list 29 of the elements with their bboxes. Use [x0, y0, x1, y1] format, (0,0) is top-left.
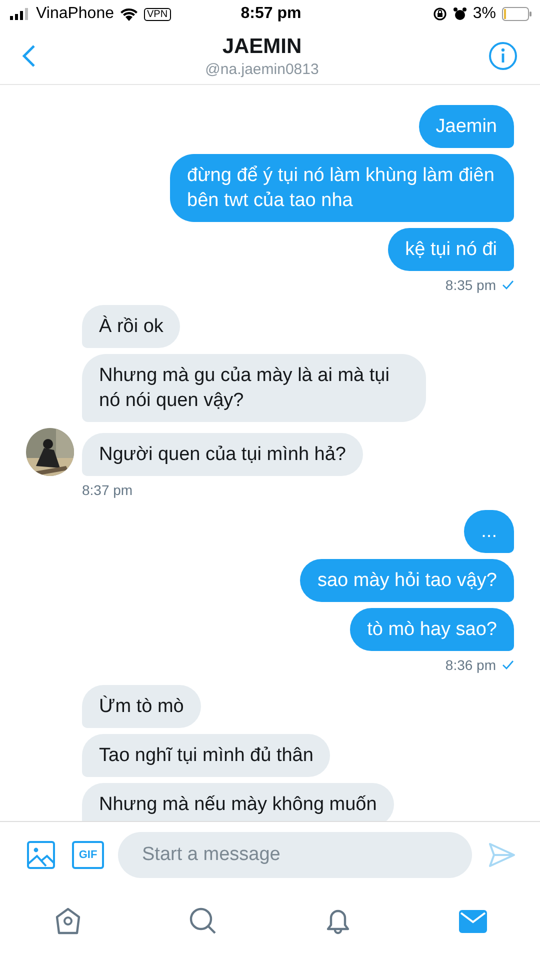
message-time: 8:37 pm	[82, 482, 133, 498]
rotation-lock-icon	[432, 7, 447, 21]
message-input[interactable]: Start a message	[118, 832, 472, 878]
battery-percent: 3%	[472, 5, 496, 23]
message-bubble: đừng để ý tụi nó làm khùng làm điên bên twt của tao nha	[170, 154, 514, 222]
message-bubble: Nhưng mà nếu mày không muốn	[82, 783, 394, 821]
message-time: 8:36 pm	[445, 657, 496, 673]
gif-button[interactable]: GIF	[72, 841, 104, 869]
carrier-name: VinaPhone	[36, 5, 114, 23]
image-button[interactable]	[24, 838, 58, 872]
message-bubble: sao mày hỏi tao vậy?	[300, 559, 514, 602]
wifi-icon	[120, 7, 138, 21]
battery-icon	[502, 7, 532, 21]
contact-handle: @na.jaemin0813	[205, 60, 319, 78]
message-bubble: À rồi ok	[82, 305, 180, 348]
message-bubble: Ừm tò mò	[82, 685, 201, 728]
message-bubble: ...	[464, 510, 514, 553]
contact-name: JAEMIN	[222, 34, 302, 58]
message-time: 8:35 pm	[445, 277, 496, 293]
message-bubble: Nhưng mà gu của mày là ai mà tụi nó nói quen vậy?	[82, 354, 426, 422]
send-button[interactable]	[486, 840, 518, 870]
vpn-badge: VPN	[144, 8, 171, 20]
message-bubble: tò mò hay sao?	[350, 608, 514, 651]
message-bubble: Người quen của tụi mình hả?	[82, 433, 363, 476]
clock-time: 8:57 pm	[240, 5, 302, 23]
message-bubble: kệ tụi nó đi	[388, 228, 514, 271]
message-bubble: Tao nghĩ tụi mình đủ thân	[82, 734, 330, 777]
signal-icon	[10, 8, 30, 20]
message-bubble: Jaemin	[418, 105, 514, 148]
